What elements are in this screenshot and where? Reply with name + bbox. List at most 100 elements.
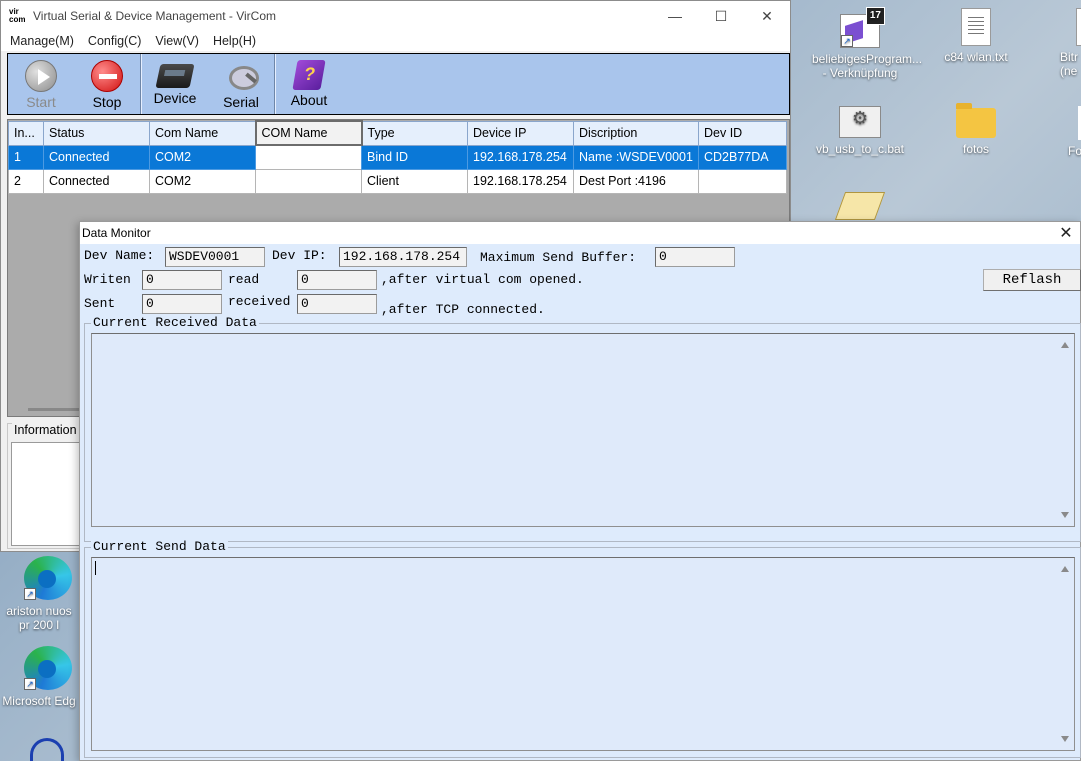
vertical-scrollbar[interactable] (1056, 558, 1074, 750)
edge-icon: ↗ (24, 646, 72, 690)
max-send-buffer-field[interactable]: 0 (655, 247, 735, 267)
maximize-button[interactable]: ☐ (698, 1, 744, 31)
column-header-com-name-2[interactable]: COM Name (254, 120, 363, 146)
column-header-com-name[interactable]: Com Name (149, 120, 256, 146)
network-icon[interactable] (30, 738, 64, 761)
column-header-type[interactable]: Type (361, 120, 468, 146)
after-virtual-com-label: ,after virtual com opened. (381, 272, 584, 287)
after-tcp-label: ,after TCP connected. (381, 302, 545, 317)
desktop-icon-label: beliebigesProgram... - Verknüpfung (812, 52, 923, 80)
scroll-up-arrow-icon[interactable] (1061, 566, 1069, 572)
stop-button[interactable]: Stop (74, 54, 140, 114)
scroll-down-arrow-icon[interactable] (1061, 736, 1069, 742)
desktop-icon-notepad[interactable] (834, 192, 886, 224)
received-field[interactable]: 0 (297, 294, 377, 314)
scroll-down-arrow-icon[interactable] (1061, 512, 1069, 518)
send-data-group: Current Send Data (84, 539, 1081, 758)
table-header-row: In... Status Com Name COM Name Type Devi… (8, 120, 787, 146)
menu-manage[interactable]: Manage(M) (3, 34, 81, 48)
start-icon (25, 60, 57, 92)
shortcut-arrow-icon: ↗ (24, 588, 36, 600)
shortcut-arrow-icon: ↗ (841, 35, 853, 47)
title-bar: vir com Virtual Serial & Device Manageme… (1, 1, 790, 31)
cell-dev-id: CD2B77DA (698, 144, 787, 170)
send-data-textarea[interactable] (91, 557, 1075, 751)
cell-dev-id (698, 168, 787, 194)
read-label: read (228, 272, 260, 287)
table-row[interactable]: 2 Connected COM2 Client 192.168.178.254 … (8, 168, 787, 194)
received-label: received (228, 294, 291, 309)
visual-studio-shortcut-icon: 17 ↗ (840, 7, 885, 48)
desktop-icon-label: fotos (962, 142, 989, 156)
serial-button[interactable]: Serial (208, 54, 274, 114)
column-header-dev-id[interactable]: Dev ID (698, 120, 787, 146)
text-cursor (95, 561, 96, 575)
serial-icon (225, 60, 259, 92)
desktop-icon-label: Bitr (ne (1060, 50, 1078, 78)
dev-name-field[interactable]: WSDEV0001 (165, 247, 265, 267)
vertical-scrollbar[interactable] (1056, 334, 1074, 526)
batch-file-icon (839, 106, 881, 138)
menu-view[interactable]: View(V) (148, 34, 206, 48)
about-icon (292, 60, 326, 90)
writen-field[interactable]: 0 (142, 270, 222, 290)
reflash-button[interactable]: Reflash (983, 269, 1081, 291)
minimize-button[interactable]: — (652, 1, 698, 31)
cell-com-name: COM2 (149, 144, 256, 170)
cell-device-ip: 192.168.178.254 (467, 144, 574, 170)
cell-com-name-2[interactable] (255, 168, 362, 194)
device-table: In... Status Com Name COM Name Type Devi… (8, 120, 787, 194)
information-textbox[interactable] (11, 442, 83, 546)
desktop-icon-label: Fo (1068, 144, 1081, 158)
sent-label: Sent (84, 296, 116, 311)
dev-ip-label: Dev IP: (272, 248, 327, 263)
desktop-icon-label: ariston nuos pr 200 l (6, 604, 72, 632)
stop-label: Stop (92, 94, 122, 110)
menu-bar: Manage(M) Config(C) View(V) Help(H) (1, 31, 790, 51)
device-label: Device (153, 90, 197, 106)
about-button[interactable]: About (276, 54, 342, 114)
table-row[interactable]: 1 Connected COM2 Bind ID 192.168.178.254… (8, 144, 787, 170)
cell-description: Dest Port :4196 (573, 168, 699, 194)
start-label: Start (26, 94, 56, 110)
stop-icon (91, 60, 123, 92)
folder-icon (956, 103, 996, 138)
cell-status: Connected (43, 168, 150, 194)
column-header-status[interactable]: Status (43, 120, 150, 146)
desktop-icon-folder[interactable]: fotos (928, 100, 1024, 156)
column-header-device-ip[interactable]: Device IP (467, 120, 574, 146)
close-button[interactable]: ✕ (744, 1, 790, 31)
dialog-close-button[interactable]: ✕ (1052, 223, 1080, 243)
received-data-textarea[interactable] (91, 333, 1075, 527)
dev-name-label: Dev Name: (84, 248, 155, 263)
dialog-title: Data Monitor (82, 226, 151, 240)
column-header-description[interactable]: Discription (573, 120, 699, 146)
vircom-logo-icon: vir com (9, 7, 26, 24)
cell-device-ip: 192.168.178.254 (467, 168, 574, 194)
received-data-label: Current Received Data (91, 315, 259, 330)
desktop-icon-bat[interactable]: vb_usb_to_c.bat (812, 100, 908, 156)
menu-help[interactable]: Help(H) (206, 34, 263, 48)
cell-com-name-2[interactable] (255, 144, 362, 170)
column-header-index[interactable]: In... (8, 120, 44, 146)
writen-label: Writen (84, 272, 131, 287)
scroll-up-arrow-icon[interactable] (1061, 342, 1069, 348)
device-icon (155, 64, 195, 88)
desktop-icon-label: vb_usb_to_c.bat (815, 142, 905, 156)
cell-index: 2 (8, 168, 44, 194)
menu-config[interactable]: Config(C) (81, 34, 149, 48)
desktop-icon-shortcut[interactable]: 17 ↗ beliebigesProgram... - Verknüpfung (812, 7, 923, 80)
desktop-icon-txt[interactable]: c84 wlan.txt (928, 8, 1024, 64)
read-field[interactable]: 0 (297, 270, 377, 290)
cell-type: Bind ID (361, 144, 468, 170)
sent-field[interactable]: 0 (142, 294, 222, 314)
about-label: About (290, 92, 328, 108)
dev-ip-field[interactable]: 192.168.178.254 (339, 247, 467, 267)
start-button[interactable]: Start (8, 54, 74, 114)
data-monitor-dialog: Data Monitor ✕ Dev Name: WSDEV0001 Dev I… (79, 221, 1081, 761)
desktop-icon-folder-partial[interactable]: Fo (1060, 100, 1081, 158)
desktop-icon-partial[interactable]: Bitr (ne (1048, 8, 1081, 78)
shortcut-arrow-icon: ↗ (24, 678, 36, 690)
cell-description: Name :WSDEV0001 (573, 144, 699, 170)
device-button[interactable]: Device (142, 54, 208, 114)
